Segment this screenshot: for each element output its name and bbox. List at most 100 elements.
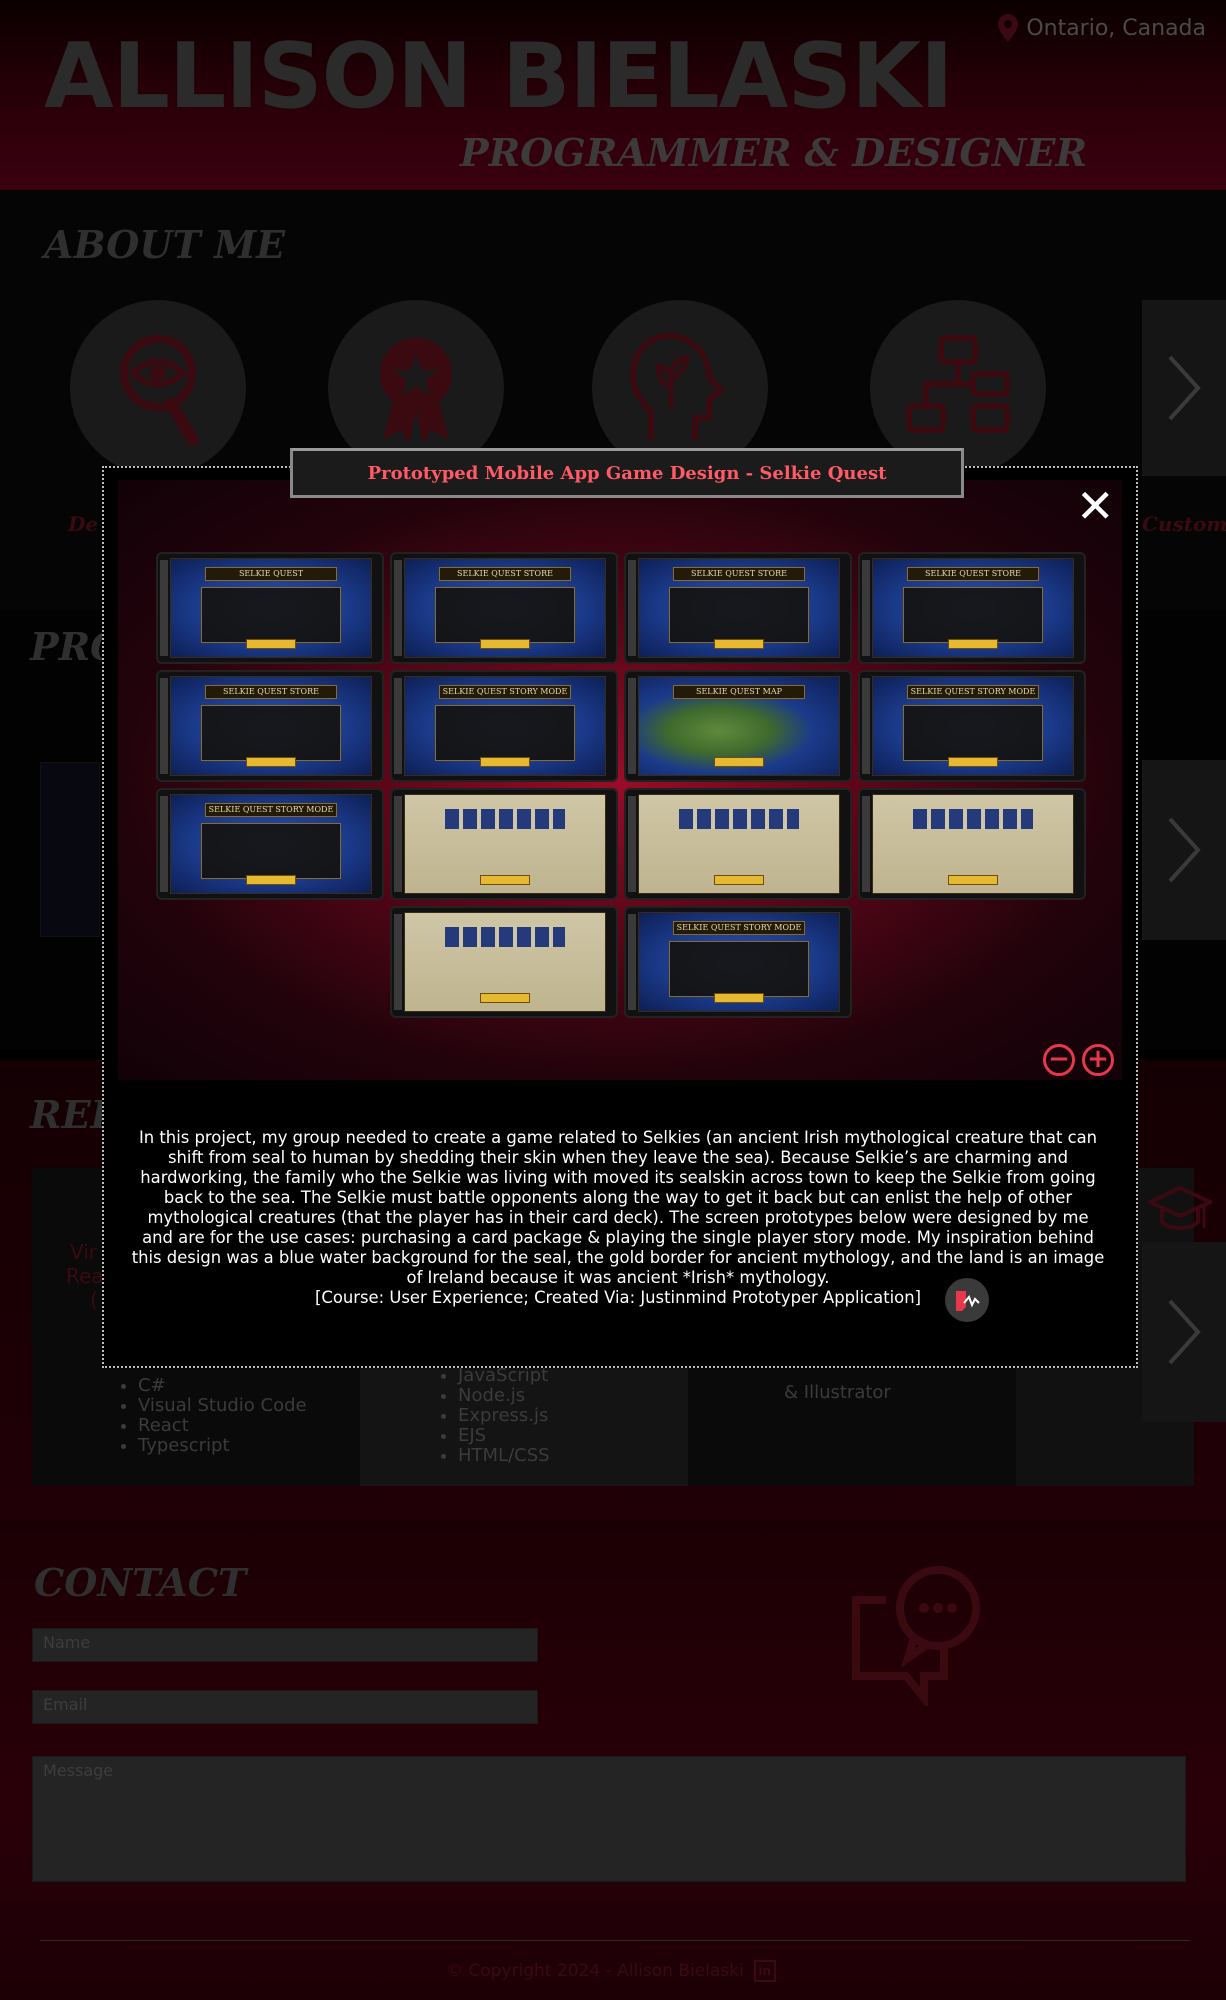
screen-panel xyxy=(201,705,341,761)
screen-button xyxy=(948,875,998,885)
header: ALLISON BIELASKI PROGRAMMER & DESIGNER O… xyxy=(0,0,1226,190)
location-text: Ontario, Canada xyxy=(1026,15,1206,41)
phone-screen xyxy=(872,794,1074,894)
close-button[interactable]: ✕ xyxy=(1076,483,1115,529)
list-item: Visual Studio Code xyxy=(138,1396,307,1416)
modal-gallery: SELKIE QUEST SELKIE QUEST STORE SELKIE QUE… xyxy=(118,480,1122,1080)
screen-button xyxy=(246,639,296,649)
head-plant-icon xyxy=(629,332,726,440)
screen-button xyxy=(246,875,296,885)
screen-header: SELKIE QUEST STORE xyxy=(205,685,337,699)
about-icon-1 xyxy=(70,300,246,476)
prototype-screen[interactable] xyxy=(390,906,618,1018)
screen-header: SELKIE QUEST STORE xyxy=(907,567,1039,581)
projects-next-arrow[interactable] xyxy=(1142,760,1226,940)
zoom-out-button[interactable]: − xyxy=(1043,1044,1075,1076)
prototype-screen[interactable] xyxy=(858,788,1086,900)
phone-screen xyxy=(404,794,606,894)
screen-button xyxy=(480,639,530,649)
screen-header: SELKIE QUEST STORE xyxy=(439,567,571,581)
screen-panel xyxy=(903,587,1043,643)
prototype-screen[interactable]: SELKIE QUEST MAP xyxy=(624,670,852,782)
prototype-screen[interactable]: SELKIE QUEST STORY MODE xyxy=(858,670,1086,782)
zoom-in-button[interactable]: + xyxy=(1082,1044,1114,1076)
message-field[interactable]: Message xyxy=(32,1756,1186,1882)
footer-divider xyxy=(40,1940,1190,1941)
prototype-screen[interactable]: SELKIE QUEST STORE xyxy=(390,552,618,664)
card-row xyxy=(679,809,799,829)
related-next-arrow[interactable] xyxy=(1142,1242,1226,1422)
screen-button xyxy=(948,757,998,767)
related-partial-1: Vir xyxy=(70,1240,98,1264)
related-list-2: JavaScript Node.js Express.js EJS HTML/C… xyxy=(436,1366,550,1466)
prototype-screen[interactable]: SELKIE QUEST STORY MODE xyxy=(390,670,618,782)
justinmind-app-icon[interactable] xyxy=(945,1278,989,1322)
phone-sidebar xyxy=(394,560,402,656)
copyright-text: © Copyright 2024 - Allison Bielaski xyxy=(446,1961,744,1981)
related-col3-text: & Illustrator xyxy=(784,1382,891,1403)
site-role: PROGRAMMER & DESIGNER xyxy=(460,130,1088,175)
prototype-screen[interactable]: SELKIE QUEST STORY MODE xyxy=(156,788,384,900)
related-list-1: C# Visual Studio Code React Typescript xyxy=(116,1376,307,1456)
prototype-screen[interactable]: SELKIE QUEST STORE xyxy=(156,670,384,782)
screen-button xyxy=(480,757,530,767)
screen-header: SELKIE QUEST STORY MODE xyxy=(439,685,571,699)
prototype-screen[interactable] xyxy=(390,788,618,900)
graduation-cap-icon xyxy=(1145,1184,1215,1244)
list-item: HTML/CSS xyxy=(458,1446,550,1466)
phone-sidebar xyxy=(628,678,636,774)
location: Ontario, Canada xyxy=(998,14,1206,42)
screen-header: SELKIE QUEST MAP xyxy=(673,685,805,699)
screen-button xyxy=(246,757,296,767)
page: ALLISON BIELASKI PROGRAMMER & DESIGNER O… xyxy=(0,0,1226,2000)
prototype-screen[interactable] xyxy=(624,788,852,900)
card-row xyxy=(445,927,565,947)
list-item: React xyxy=(138,1416,307,1436)
screen-panel xyxy=(903,705,1043,761)
phone-sidebar xyxy=(628,914,636,1010)
phone-screen: SELKIE QUEST STORY MODE xyxy=(170,794,372,894)
footer: © Copyright 2024 - Allison Bielaski in xyxy=(446,1960,776,1982)
about-next-arrow[interactable] xyxy=(1142,300,1226,476)
prototype-screen[interactable]: SELKIE QUEST STORE xyxy=(858,552,1086,664)
prototype-screen[interactable]: SELKIE QUEST xyxy=(156,552,384,664)
screen-button xyxy=(948,639,998,649)
phone-screen: SELKIE QUEST STORE xyxy=(638,558,840,658)
chevron-right-icon xyxy=(1168,355,1201,421)
screen-button xyxy=(714,993,764,1003)
phone-screen: SELKIE QUEST STORE xyxy=(404,558,606,658)
phone-sidebar xyxy=(160,678,168,774)
screen-header: SELKIE QUEST STORE xyxy=(673,567,805,581)
phone-sidebar xyxy=(862,678,870,774)
chevron-right-icon xyxy=(1168,1299,1201,1365)
phone-sidebar xyxy=(160,560,168,656)
modal-title: Prototyped Mobile App Game Design - Selk… xyxy=(290,448,964,498)
linkedin-icon[interactable]: in xyxy=(753,1960,776,1982)
prototype-screen[interactable]: SELKIE QUEST STORY MODE xyxy=(624,906,852,1018)
list-item: EJS xyxy=(458,1426,550,1446)
screen-header: SELKIE QUEST STORY MODE xyxy=(673,921,805,935)
screen-button xyxy=(714,757,764,767)
screen-panel xyxy=(435,705,575,761)
screen-header: SELKIE QUEST STORY MODE xyxy=(205,803,337,817)
list-item: Express.js xyxy=(458,1406,550,1426)
screen-header: SELKIE QUEST xyxy=(205,567,337,581)
screen-panel xyxy=(669,587,809,643)
project-description: In this project, my group needed to crea… xyxy=(131,1128,1105,1287)
prototype-screen[interactable]: SELKIE QUEST STORE xyxy=(624,552,852,664)
chevron-right-icon xyxy=(1168,817,1201,883)
phone-screen: SELKIE QUEST STORY MODE xyxy=(872,676,1074,776)
phone-screen xyxy=(404,912,606,1012)
list-item: JavaScript xyxy=(458,1366,550,1386)
phone-sidebar xyxy=(628,560,636,656)
screen-button xyxy=(714,875,764,885)
phone-screen: SELKIE QUEST xyxy=(170,558,372,658)
phone-sidebar xyxy=(160,796,168,892)
name-field[interactable]: Name xyxy=(32,1628,538,1662)
site-name: ALLISON BIELASKI xyxy=(44,24,953,129)
location-pin-icon xyxy=(998,14,1019,42)
project-card-partial[interactable] xyxy=(40,762,100,937)
chat-bubble-icon xyxy=(846,1566,986,1710)
flowchart-icon xyxy=(906,335,1010,433)
email-field[interactable]: Email xyxy=(32,1690,538,1724)
